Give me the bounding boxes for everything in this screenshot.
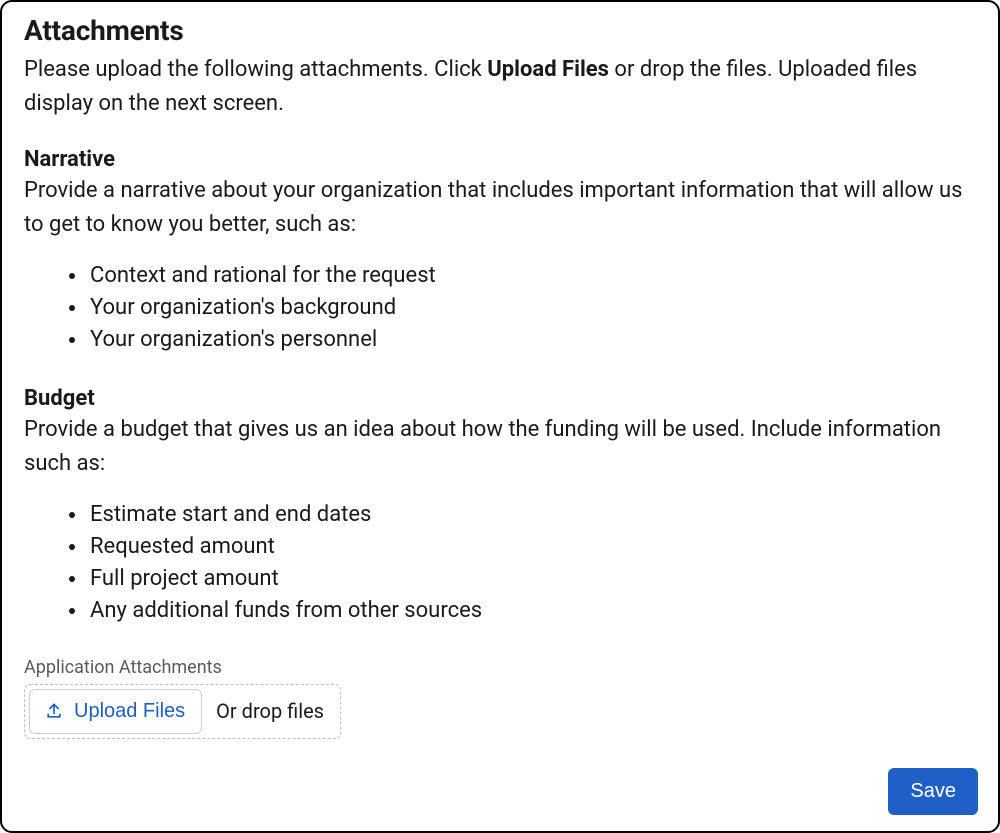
intro-text: Please upload the following attachments.… [24, 53, 976, 121]
budget-bullet: Full project amount [88, 563, 976, 595]
attachments-panel: Attachments Please upload the following … [0, 0, 1000, 833]
upload-button-label: Upload Files [74, 700, 185, 723]
narrative-heading: Narrative [24, 147, 976, 172]
budget-list: Estimate start and end dates Requested a… [24, 499, 976, 627]
narrative-bullet: Context and rational for the request [88, 260, 976, 292]
budget-heading: Budget [24, 386, 976, 411]
upload-field-label: Application Attachments [24, 657, 976, 678]
file-dropzone[interactable]: Upload Files Or drop files [24, 684, 341, 739]
narrative-bullet: Your organization's personnel [88, 324, 976, 356]
intro-pre: Please upload the following attachments.… [24, 57, 487, 82]
upload-files-button[interactable]: Upload Files [29, 689, 202, 734]
page-title: Attachments [24, 14, 976, 47]
upload-icon [44, 701, 64, 721]
budget-desc: Provide a budget that gives us an idea a… [24, 413, 976, 481]
narrative-desc: Provide a narrative about your organizat… [24, 174, 976, 242]
narrative-list: Context and rational for the request You… [24, 260, 976, 356]
budget-bullet: Any additional funds from other sources [88, 595, 976, 627]
save-button[interactable]: Save [888, 768, 978, 815]
drop-hint-text: Or drop files [216, 699, 324, 723]
intro-bold: Upload Files [487, 57, 609, 82]
budget-bullet: Requested amount [88, 531, 976, 563]
narrative-bullet: Your organization's background [88, 292, 976, 324]
budget-bullet: Estimate start and end dates [88, 499, 976, 531]
